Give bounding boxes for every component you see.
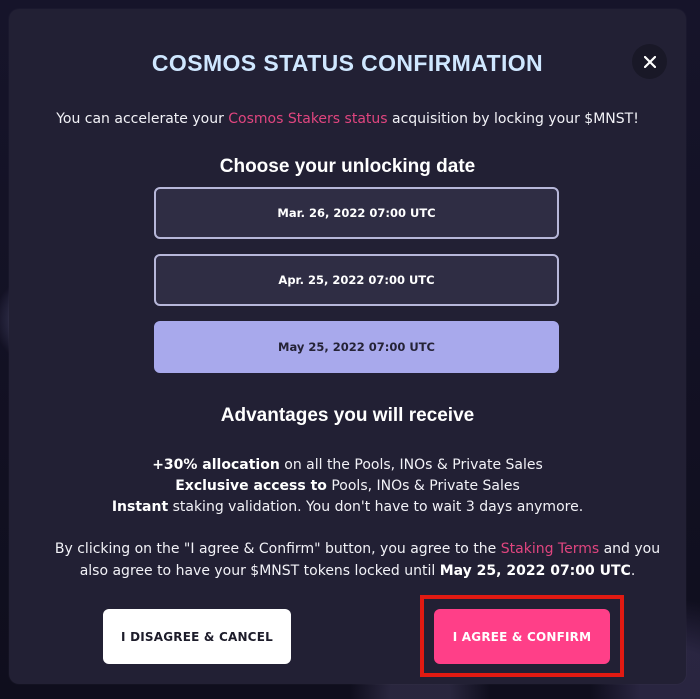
unlock-date-label: Mar. 26, 2022 07:00 UTC (277, 206, 436, 220)
intro-text-after: acquisition by locking your $MNST! (387, 111, 639, 127)
advantage-item: Exclusive access to Pools, INOs & Privat… (9, 476, 686, 497)
staking-terms-link[interactable]: Staking Terms (501, 541, 599, 557)
advantage-text: on all the Pools, INOs & Private Sales (279, 457, 543, 473)
disagree-cancel-button[interactable]: I DISAGREE & CANCEL (103, 609, 291, 664)
terms-text-part1: By clicking on the "I agree & Confirm" b… (54, 541, 501, 557)
advantage-strong: Exclusive access to (175, 478, 327, 494)
unlock-date-label: May 25, 2022 07:00 UTC (278, 340, 435, 354)
advantages-list: +30% allocation on all the Pools, INOs &… (9, 455, 686, 518)
close-icon (643, 55, 656, 68)
unlock-date-option-apr-25[interactable]: Apr. 25, 2022 07:00 UTC (154, 254, 559, 306)
advantage-strong: Instant (111, 499, 169, 515)
confirmation-modal: COSMOS STATUS CONFIRMATION You can accel… (9, 9, 686, 684)
unlock-date-heading: Choose your unlocking date (219, 156, 476, 177)
agree-confirm-button[interactable]: I AGREE & CONFIRM (434, 609, 610, 664)
advantage-item: +30% allocation on all the Pools, INOs &… (9, 455, 686, 476)
advantages-heading: Advantages you will receive (220, 405, 475, 426)
unlock-date-option-may-25[interactable]: May 25, 2022 07:00 UTC (154, 321, 559, 373)
lock-until-date: May 25, 2022 07:00 UTC (439, 563, 631, 579)
unlock-date-option-mar-26[interactable]: Mar. 26, 2022 07:00 UTC (154, 187, 559, 239)
advantage-item: Instant staking validation. You don't ha… (9, 497, 686, 518)
intro-text-before: You can accelerate your (56, 111, 229, 127)
terms-paragraph: By clicking on the "I agree & Confirm" b… (49, 538, 666, 582)
advantage-strong: +30% allocation (152, 457, 280, 473)
cosmos-stakers-status-link[interactable]: Cosmos Stakers status (228, 111, 387, 127)
advantage-text: staking validation. You don't have to wa… (168, 499, 584, 515)
intro-text: You can accelerate your Cosmos Stakers s… (9, 110, 686, 128)
advantage-text: Pools, INOs & Private Sales (326, 478, 520, 494)
terms-text-part3: . (630, 563, 636, 579)
modal-title: COSMOS STATUS CONFIRMATION (151, 50, 544, 76)
close-button[interactable] (632, 44, 667, 79)
unlock-date-label: Apr. 25, 2022 07:00 UTC (278, 273, 435, 287)
